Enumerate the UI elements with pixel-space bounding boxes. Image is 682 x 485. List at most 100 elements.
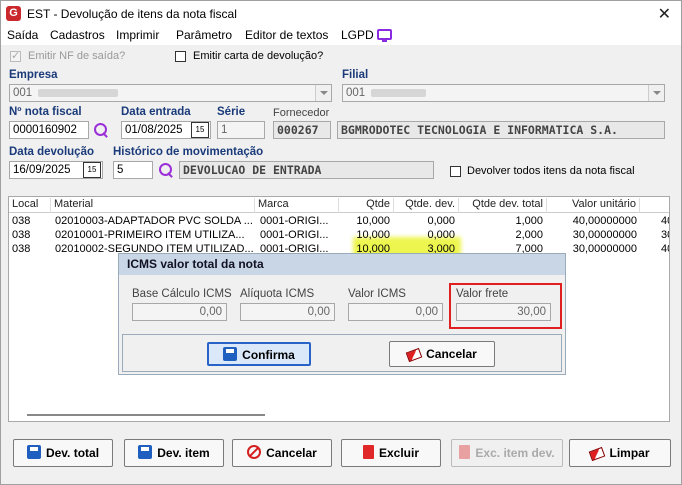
limpar-label: Limpar [609,446,650,460]
data-devolucao-label: Data devolução [9,146,94,158]
empresa-select[interactable]: 001 [9,84,332,102]
menu-bar: Saída Cadastros Imprimir Parâmetro Edito… [1,27,681,45]
save-icon [223,347,238,361]
dialog-cancelar-label: Cancelar [426,347,477,361]
cell-local: 038 [12,229,31,241]
filial-label: Filial [342,69,369,81]
col-qtde-dev[interactable]: Qtde. dev. [394,198,459,213]
empresa-value: 001 [13,87,33,99]
horizontal-scrollbar[interactable] [27,414,265,416]
highlight-box [449,283,562,329]
aliquota-input[interactable]: 0,00 [240,303,335,321]
dev-item-button[interactable]: Dev. item [124,439,224,467]
dialog-cancelar-button[interactable]: Cancelar [389,341,495,367]
eraser-icon [589,446,606,462]
window-title: EST - Devolução de itens da nota fiscal [27,7,237,21]
col-material[interactable]: Material [51,198,255,213]
confirma-button[interactable]: Confirma [207,342,311,366]
base-calculo-label: Base Cálculo ICMS [132,288,232,300]
data-entrada-value: 01/08/2025 [125,124,183,136]
filial-value: 001 [346,87,366,99]
cell-local: 038 [12,243,31,255]
trash-icon [459,445,471,459]
menu-parametro[interactable]: Parâmetro [176,28,232,42]
table-row[interactable]: 038 02010001-PRIMEIRO ITEM UTILIZA... 00… [9,229,669,243]
emitir-carta-label: Emitir carta de devolução? [193,50,324,62]
base-calculo-input[interactable]: 0,00 [132,303,227,321]
menu-lgpd[interactable]: LGPD [341,28,374,42]
data-devolucao-value: 16/09/2025 [13,164,71,176]
cell-valor-unitario: 30,00000000 [572,229,637,241]
confirma-label: Confirma [242,348,295,362]
valor-icms-label: Valor ICMS [348,288,406,300]
chevron-down-icon[interactable] [648,85,664,101]
cancelar-button[interactable]: Cancelar [232,439,332,467]
cell-marca: 0001-ORIGI... [260,215,329,227]
historico-description: DEVOLUCAO DE ENTRADA [179,161,434,179]
col-marca[interactable]: Marca [255,198,339,213]
menu-saida[interactable]: Saída [7,28,38,42]
close-icon[interactable]: ✕ [658,4,671,24]
col-local[interactable]: Local [9,198,51,213]
exc-item-dev-button[interactable]: Exc. item dev. [451,439,563,467]
excluir-button[interactable]: Excluir [341,439,441,467]
cell-material: 02010003-ADAPTADOR PVC SOLDA ... [55,215,253,227]
dev-item-label: Dev. item [157,446,210,460]
cell-qtde-dev: 0,000 [427,229,455,241]
devolver-todos-checkbox[interactable] [450,166,461,177]
nota-fiscal-label: Nº nota fiscal [9,106,82,118]
col-qtde-dev-total[interactable]: Qtde dev. total [459,198,547,213]
dialog-button-area: Confirma Cancelar [122,334,562,372]
filial-select[interactable]: 001 [342,84,665,102]
empresa-name-redacted [38,88,119,97]
menu-cadastros[interactable]: Cadastros [50,28,105,42]
nota-fiscal-input[interactable]: 0000160902 [9,121,89,139]
save-icon [138,445,153,459]
title-bar: G EST - Devolução de itens da nota fisca… [1,1,681,27]
menu-imprimir[interactable]: Imprimir [116,28,159,42]
main-window: G EST - Devolução de itens da nota fisca… [0,0,682,485]
cell-overflow: 30 [661,229,669,241]
emitir-nf-checkbox[interactable] [10,49,21,62]
data-entrada-input[interactable]: 01/08/2025 15 [121,121,211,139]
fornecedor-label: Fornecedor [273,107,330,119]
save-icon [26,445,41,459]
monitor-icon[interactable] [377,29,392,42]
app-logo-icon: G [6,6,21,21]
serie-label: Série [217,106,246,118]
cell-marca: 0001-ORIGI... [260,229,329,241]
devolver-todos-label: Devolver todos itens da nota fiscal [467,165,635,177]
trash-icon [362,445,374,459]
search-icon[interactable] [93,122,109,138]
historico-label: Histórico de movimentação [113,146,264,158]
col-valor-unitario[interactable]: Valor unitário [547,198,640,213]
cell-qtde: 10,000 [356,215,390,227]
filial-name-redacted [371,88,427,97]
dev-total-label: Dev. total [45,446,100,460]
icms-dialog: ICMS valor total da nota Base Cálculo IC… [118,253,566,375]
col-qtde[interactable]: Qtde [339,198,394,213]
limpar-button[interactable]: Limpar [569,439,671,467]
cell-valor-unitario: 40,00000000 [572,215,637,227]
calendar-icon[interactable]: 15 [191,122,209,138]
excluir-label: Excluir [378,446,420,460]
eraser-icon [405,347,423,363]
menu-editor-textos[interactable]: Editor de textos [245,28,328,42]
cell-qtde: 10,000 [356,229,390,241]
grid-header: Local Material Marca Qtde Qtde. dev. Qtd… [9,197,669,213]
historico-code-input[interactable]: 5 [113,161,153,179]
serie-input[interactable]: 1 [217,121,265,139]
cell-local: 038 [12,215,31,227]
data-entrada-label: Data entrada [121,106,191,118]
search-icon[interactable] [158,162,174,178]
chevron-down-icon[interactable] [315,85,331,101]
calendar-icon[interactable]: 15 [83,162,101,178]
cancel-icon [247,445,262,459]
emitir-carta-checkbox[interactable] [175,51,186,62]
aliquota-label: Alíquota ICMS [240,288,315,300]
table-row[interactable]: 038 02010003-ADAPTADOR PVC SOLDA ... 000… [9,215,669,229]
dev-total-button[interactable]: Dev. total [13,439,113,467]
valor-icms-input[interactable]: 0,00 [348,303,443,321]
data-devolucao-input[interactable]: 16/09/2025 15 [9,161,103,179]
cell-qtde-dev-total: 2,000 [515,229,543,241]
